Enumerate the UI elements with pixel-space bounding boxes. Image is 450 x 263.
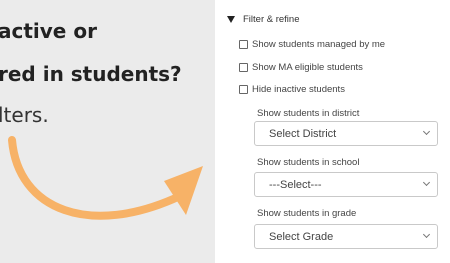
school-label: Show students in school bbox=[257, 157, 360, 168]
checkbox-box[interactable] bbox=[239, 40, 248, 49]
filter-refine-toggle[interactable]: Filter & refine bbox=[227, 14, 300, 25]
district-select-value: Select District bbox=[269, 127, 337, 140]
checkbox-label: Hide inactive students bbox=[252, 84, 345, 95]
grade-select-value: Select Grade bbox=[269, 230, 334, 243]
checkbox-label: Show MA eligible students bbox=[252, 62, 363, 73]
checkbox-box[interactable] bbox=[239, 63, 248, 72]
checkbox-hide-inactive[interactable]: Hide inactive students bbox=[239, 84, 345, 95]
filter-panel: Filter & refine Show students managed by… bbox=[215, 0, 450, 263]
checkbox-ma-eligible[interactable]: Show MA eligible students bbox=[239, 62, 363, 73]
school-select-value: ---Select--- bbox=[269, 178, 322, 191]
checkbox-managed-by-me[interactable]: Show students managed by me bbox=[239, 39, 385, 50]
chevron-down-icon bbox=[422, 178, 431, 187]
triangle-down-icon bbox=[227, 16, 235, 23]
instruction-text-area: active or red in students? lters. bbox=[0, 0, 215, 263]
chevron-down-icon bbox=[422, 230, 431, 239]
district-label: Show students in district bbox=[257, 108, 360, 119]
school-select[interactable]: ---Select--- bbox=[254, 172, 438, 197]
district-select[interactable]: Select District bbox=[254, 121, 438, 146]
grade-select[interactable]: Select Grade bbox=[254, 224, 438, 249]
chevron-down-icon bbox=[422, 127, 431, 136]
checkbox-box[interactable] bbox=[239, 85, 248, 94]
grade-label: Show students in grade bbox=[257, 208, 357, 219]
filter-refine-label: Filter & refine bbox=[243, 14, 300, 25]
curved-arrow-icon bbox=[8, 136, 203, 220]
checkbox-label: Show students managed by me bbox=[252, 39, 386, 50]
